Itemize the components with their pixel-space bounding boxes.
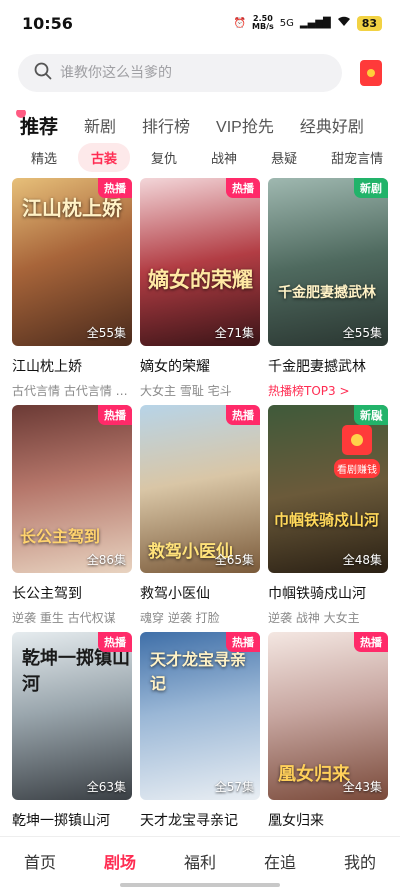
genre-tabs: 精选 古装 复仇 战神 悬疑 甜宠言情 [0, 142, 400, 172]
poster-title: 长公主驾到 [20, 527, 101, 546]
red-envelope-coin [367, 69, 375, 77]
drama-tags: 魂穿 逆袭 打脸 [140, 611, 220, 625]
drama-card[interactable]: 乾坤一掷镇山河 热播 全63集 乾坤一掷镇山河 [12, 632, 132, 830]
drama-card[interactable]: 千金肥妻撼武林 新剧 全55集 千金肥妻撼武林 热播榜TOP3 > [268, 178, 388, 399]
signal-icon: ▂▄▆█ [299, 17, 331, 29]
network-speed-unit: MB/s [252, 22, 274, 31]
drama-poster[interactable]: 救驾小医仙 热播 全65集 [140, 405, 260, 573]
search-row [18, 54, 384, 92]
drama-poster[interactable]: 江山枕上娇 热播 全55集 [12, 178, 132, 346]
tab-vip[interactable]: VIP抢先 [216, 113, 274, 137]
status-bar: 10:56 ⏰ 2.50 MB/s 5G ▂▄▆█ 83 [0, 0, 400, 46]
close-icon[interactable]: ✕ [374, 411, 384, 425]
tab-ranking[interactable]: 排行榜 [142, 113, 190, 137]
home-indicator[interactable] [120, 883, 280, 887]
drama-poster[interactable]: 凰女归来 热播 全43集 [268, 632, 388, 800]
drama-card[interactable]: 江山枕上娇 热播 全55集 江山枕上娇 古代言情 古代言情 … [12, 178, 132, 399]
hot-badge: 热播 [98, 178, 132, 198]
episode-count: 全43集 [342, 780, 382, 794]
drama-tags: 逆袭 重生 古代权谋 [12, 611, 116, 625]
genre-tab-romance[interactable]: 甜宠言情 [318, 143, 396, 172]
episode-count: 全86集 [86, 553, 126, 567]
wifi-icon [337, 16, 351, 30]
drama-poster[interactable]: 千金肥妻撼武林 新剧 全55集 [268, 178, 388, 346]
watch-earn-label[interactable]: 看剧赚钱 [334, 459, 380, 478]
red-envelope-icon[interactable] [360, 60, 382, 86]
hot-badge: 热播 [226, 178, 260, 198]
nav-theater[interactable]: 剧场 [104, 849, 136, 873]
ranking-link[interactable]: 热播榜TOP3 > [268, 382, 388, 399]
red-envelope-icon[interactable] [342, 425, 372, 455]
poster-title: 千金肥妻撼武林 [278, 285, 376, 301]
poster-title: 巾帼铁骑戍山河 [274, 511, 380, 529]
drama-title[interactable]: 凰女归来 [268, 810, 388, 830]
hot-badge: 热播 [226, 632, 260, 652]
network-type: 5G [279, 17, 294, 29]
tab-classic[interactable]: 经典好剧 [300, 113, 364, 137]
drama-title[interactable]: 嫡女的荣耀 [140, 356, 260, 376]
red-envelope-coin [351, 434, 363, 446]
alarm-icon: ⏰ [233, 17, 247, 29]
tab-new[interactable]: 新剧 [84, 113, 116, 137]
battery-indicator: 83 [356, 15, 382, 31]
drama-title[interactable]: 长公主驾到 [12, 583, 132, 603]
drama-poster[interactable]: 嫡女的荣耀 热播 全71集 [140, 178, 260, 346]
drama-card[interactable]: 凰女归来 热播 全43集 凰女归来 [268, 632, 388, 830]
poster-title: 天才龙宝寻亲记 [150, 650, 247, 693]
episode-count: 全55集 [86, 326, 126, 340]
drama-poster[interactable]: 天才龙宝寻亲记 热播 全57集 [140, 632, 260, 800]
drama-title[interactable]: 千金肥妻撼武林 [268, 356, 388, 376]
floating-reward-widget[interactable]: ✕ 看剧赚钱 [334, 411, 384, 478]
genre-tab-costume[interactable]: 古装 [78, 142, 131, 172]
drama-title[interactable]: 江山枕上娇 [12, 356, 132, 376]
network-speed: 2.50 MB/s [252, 15, 274, 31]
drama-title[interactable]: 乾坤一掷镇山河 [12, 810, 132, 830]
drama-card[interactable]: 嫡女的荣耀 热播 全71集 嫡女的荣耀 大女主 雪耻 宅斗 [140, 178, 260, 399]
genre-tab-featured[interactable]: 精选 [18, 143, 70, 172]
poster-title: 嫡女的荣耀 [148, 267, 253, 292]
genre-tab-revenge[interactable]: 复仇 [138, 143, 190, 172]
drama-card[interactable]: 长公主驾到 热播 全86集 长公主驾到 逆袭 重生 古代权谋 [12, 405, 132, 626]
drama-tags: 逆袭 战神 大女主 [268, 611, 360, 625]
nav-profile[interactable]: 我的 [344, 849, 376, 873]
search-icon [34, 62, 52, 84]
drama-title[interactable]: 巾帼铁骑戍山河 [268, 583, 388, 603]
genre-tab-warlord[interactable]: 战神 [198, 143, 250, 172]
episode-count: 全63集 [86, 780, 126, 794]
drama-poster[interactable]: 乾坤一掷镇山河 热播 全63集 [12, 632, 132, 800]
episode-count: 全71集 [214, 326, 254, 340]
episode-count: 全48集 [342, 553, 382, 567]
drama-poster[interactable]: 长公主驾到 热播 全86集 [12, 405, 132, 573]
status-time: 10:56 [22, 13, 73, 33]
status-icons: ⏰ 2.50 MB/s 5G ▂▄▆█ 83 [234, 15, 382, 31]
hot-badge: 热播 [226, 405, 260, 425]
bottom-nav: 首页 剧场 福利 在追 我的 [0, 836, 400, 889]
tab-recommend[interactable]: 推荐 [15, 110, 58, 139]
episode-count: 全57集 [214, 780, 254, 794]
hot-badge: 热播 [98, 405, 132, 425]
nav-rewards[interactable]: 福利 [184, 849, 216, 873]
nav-home[interactable]: 首页 [24, 849, 56, 873]
nav-following[interactable]: 在追 [264, 849, 296, 873]
search-input[interactable] [60, 65, 310, 81]
drama-card[interactable]: 救驾小医仙 热播 全65集 救驾小医仙 魂穿 逆袭 打脸 [140, 405, 260, 626]
drama-tags: 古代言情 古代言情 … [12, 384, 128, 398]
genre-tab-mystery[interactable]: 悬疑 [258, 143, 310, 172]
poster-title: 凰女归来 [278, 764, 350, 785]
drama-tags: 大女主 雪耻 宅斗 [140, 384, 232, 398]
drama-title[interactable]: 救驾小医仙 [140, 583, 260, 603]
main-tabs: 推荐 新剧 排行榜 VIP抢先 经典好剧 [0, 110, 400, 140]
drama-title[interactable]: 天才龙宝寻亲记 [140, 810, 260, 830]
new-badge: 新剧 [354, 178, 388, 198]
episode-count: 全65集 [214, 553, 254, 567]
drama-card[interactable]: 天才龙宝寻亲记 热播 全57集 天才龙宝寻亲记 [140, 632, 260, 830]
search-box[interactable] [18, 54, 342, 92]
hot-badge: 热播 [98, 632, 132, 652]
episode-count: 全55集 [342, 326, 382, 340]
hot-badge: 热播 [354, 632, 388, 652]
